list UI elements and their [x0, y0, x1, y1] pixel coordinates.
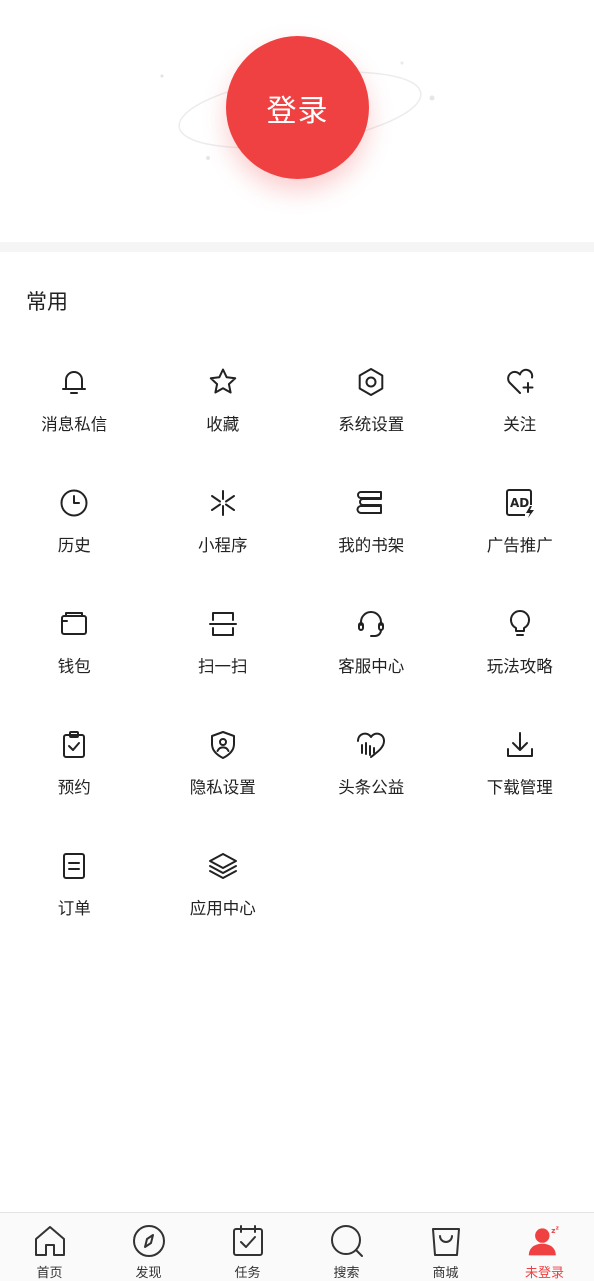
grid-item-favorites[interactable]: 收藏: [149, 340, 298, 461]
grid-item-orders[interactable]: 订单: [0, 824, 149, 945]
tab-profile[interactable]: zz 未登录: [495, 1213, 594, 1281]
grid-item-label: 下载管理: [487, 774, 553, 798]
grid-item-ads[interactable]: AD 广告推广: [446, 461, 594, 582]
tab-mall[interactable]: 商城: [396, 1213, 495, 1281]
grid-item-label: 我的书架: [338, 532, 404, 556]
grid-item-scan[interactable]: 扫一扫: [149, 582, 298, 703]
grid-item-label: 玩法攻略: [487, 653, 553, 677]
section-title: 常用: [26, 286, 68, 316]
ad-icon: AD: [503, 486, 537, 520]
svg-text:z: z: [555, 1225, 558, 1231]
grid-item-label: 应用中心: [190, 895, 256, 919]
tab-label: 任务: [234, 1262, 260, 1281]
gear-icon: [354, 365, 388, 399]
grid-item-history[interactable]: 历史: [0, 461, 149, 582]
grid-item-label: 小程序: [198, 532, 248, 556]
grid-item-label: 关注: [503, 411, 536, 435]
svg-text:z: z: [551, 1226, 555, 1235]
tab-label: 首页: [36, 1262, 62, 1281]
grid-item-charity[interactable]: 头条公益: [297, 703, 446, 824]
wallet-icon: [57, 607, 91, 641]
charity-heart-icon: [354, 728, 388, 762]
layers-icon: [206, 849, 240, 883]
heart-plus-icon: [503, 365, 537, 399]
tab-label: 商城: [432, 1262, 458, 1281]
tab-discover[interactable]: 发现: [99, 1213, 198, 1281]
grid-item-messages[interactable]: 消息私信: [0, 340, 149, 461]
compass-icon: [131, 1223, 167, 1259]
section-divider: [0, 242, 594, 252]
grid-item-label: 消息私信: [41, 411, 107, 435]
grid-item-reservation[interactable]: 预约: [0, 703, 149, 824]
home-icon: [32, 1223, 68, 1259]
tab-tasks[interactable]: 任务: [198, 1213, 297, 1281]
search-icon: [329, 1223, 365, 1259]
grid-item-customer-service[interactable]: 客服中心: [297, 582, 446, 703]
common-grid: 消息私信 收藏 系统设置 关注 历史: [0, 340, 594, 945]
lightbulb-icon: [503, 607, 537, 641]
mini-program-icon: [206, 486, 240, 520]
grid-item-label: 头条公益: [338, 774, 404, 798]
grid-item-mini-program[interactable]: 小程序: [149, 461, 298, 582]
grid-item-downloads[interactable]: 下载管理: [446, 703, 594, 824]
shield-user-icon: [206, 728, 240, 762]
grid-item-label: 预约: [58, 774, 91, 798]
tab-search[interactable]: 搜索: [297, 1213, 396, 1281]
task-calendar-icon: [230, 1223, 266, 1259]
download-icon: [503, 728, 537, 762]
grid-item-label: 订单: [58, 895, 91, 919]
grid-item-label: 历史: [58, 532, 91, 556]
tab-label: 发现: [135, 1262, 161, 1281]
grid-item-label: 扫一扫: [198, 653, 248, 677]
header: 登录: [0, 0, 594, 242]
star-icon: [206, 365, 240, 399]
clock-icon: [57, 486, 91, 520]
clipboard-check-icon: [57, 728, 91, 762]
grid-item-label: 客服中心: [338, 653, 404, 677]
headset-icon: [354, 607, 388, 641]
bell-icon: [57, 365, 91, 399]
tab-home[interactable]: 首页: [0, 1213, 99, 1281]
login-button[interactable]: 登录: [226, 36, 369, 179]
grid-item-follow[interactable]: 关注: [446, 340, 594, 461]
order-icon: [57, 849, 91, 883]
tab-label: 搜索: [333, 1262, 359, 1281]
shopping-bag-icon: [428, 1223, 464, 1259]
grid-item-label: 收藏: [206, 411, 239, 435]
grid-item-wallet[interactable]: 钱包: [0, 582, 149, 703]
grid-item-app-center[interactable]: 应用中心: [149, 824, 298, 945]
grid-item-guide[interactable]: 玩法攻略: [446, 582, 594, 703]
grid-item-settings[interactable]: 系统设置: [297, 340, 446, 461]
scan-icon: [206, 607, 240, 641]
bottom-tab-bar: 首页 发现 任务 搜索 商城 zz 未登录: [0, 1212, 594, 1281]
bookshelf-icon: [354, 486, 388, 520]
grid-item-label: 钱包: [58, 653, 91, 677]
svg-text:AD: AD: [510, 496, 529, 510]
grid-item-privacy[interactable]: 隐私设置: [149, 703, 298, 824]
tab-label: 未登录: [525, 1262, 564, 1281]
grid-item-label: 系统设置: [338, 411, 404, 435]
grid-item-label: 广告推广: [487, 532, 553, 556]
grid-item-bookshelf[interactable]: 我的书架: [297, 461, 446, 582]
grid-item-label: 隐私设置: [190, 774, 256, 798]
user-sleep-icon: zz: [527, 1223, 563, 1259]
